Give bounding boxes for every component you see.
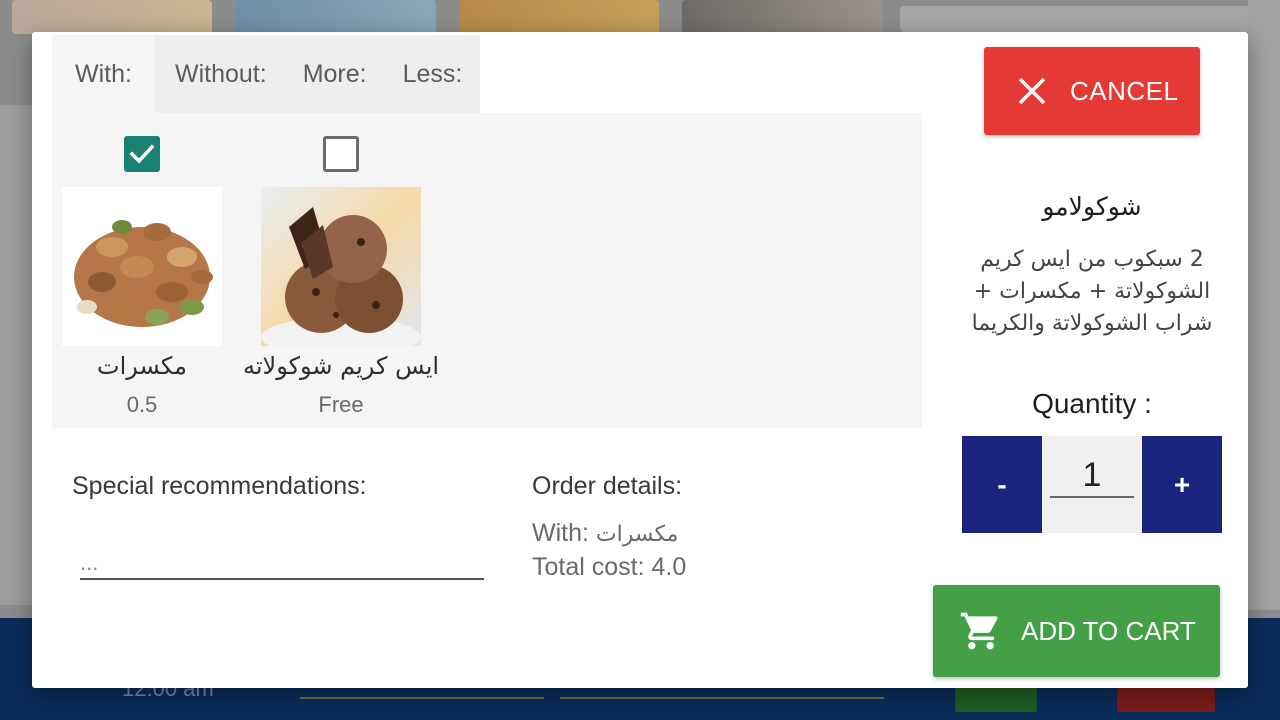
product-description: 2 سبكوب من ايس كريم الشوكولاتة + مكسرات … <box>971 247 1213 336</box>
mixed-nuts-image <box>62 187 222 346</box>
quantity-decrease-button[interactable]: - <box>962 436 1042 533</box>
order-with-line: With: مكسرات <box>532 519 678 548</box>
background-button <box>955 688 1037 712</box>
menu-card <box>682 0 882 34</box>
quantity-stepper: - 1 + <box>962 436 1222 533</box>
checkmark-icon <box>129 144 155 164</box>
option-price: Free <box>318 392 364 417</box>
quantity-value[interactable]: 1 <box>1050 456 1134 498</box>
cart-icon <box>960 612 998 650</box>
order-total-line: Total cost: 4.0 <box>532 553 686 582</box>
tab-less[interactable]: Less: <box>385 35 481 113</box>
add-to-cart-label: ADD TO CART <box>1021 615 1196 646</box>
background-field <box>560 697 884 699</box>
order-with-value: مكسرات <box>595 522 679 547</box>
options-panel: مكسرات 0.5 ايس كريم شوكولاته Free <box>52 113 922 428</box>
checkbox-checked[interactable] <box>124 136 160 172</box>
quantity-label: Quantity : <box>1032 388 1152 419</box>
tab-more[interactable]: More: <box>285 35 385 113</box>
option-price: 0.5 <box>126 392 158 417</box>
background-right <box>1248 0 1280 610</box>
menu-card <box>12 0 212 34</box>
order-details-label: Order details: <box>532 472 683 500</box>
tab-with[interactable]: With: <box>52 35 155 113</box>
special-recommendations-input[interactable] <box>80 548 484 580</box>
customize-item-dialog: With: Without: More: Less: مكسرات 0.5 اي… <box>32 32 1248 688</box>
order-with-prefix: With: <box>532 519 589 547</box>
background-field <box>300 697 544 699</box>
tab-without[interactable]: Without: <box>155 35 285 113</box>
order-total-prefix: Total cost: <box>532 553 645 581</box>
order-total-value: 4.0 <box>651 553 687 581</box>
modifier-tabs: With: Without: More: Less: <box>52 35 481 113</box>
close-icon <box>1018 77 1046 105</box>
checkbox-unchecked[interactable] <box>323 136 359 172</box>
option-name: ايس كريم شوكولاته <box>242 352 440 380</box>
inactive-tabs: Without: More: Less: <box>155 35 481 113</box>
add-to-cart-button[interactable]: ADD TO CART <box>933 585 1220 677</box>
background-panel <box>900 6 1250 32</box>
menu-card <box>459 0 659 34</box>
product-title: شوكولامو <box>1042 192 1142 221</box>
cancel-label: CANCEL <box>1070 75 1179 106</box>
chocolate-ice-cream-image <box>261 187 421 346</box>
quantity-increase-button[interactable]: + <box>1142 436 1222 533</box>
menu-card <box>236 0 436 34</box>
cancel-button[interactable]: CANCEL <box>984 47 1200 135</box>
background-button <box>1117 688 1215 712</box>
special-recommendations-label: Special recommendations: <box>72 472 367 500</box>
